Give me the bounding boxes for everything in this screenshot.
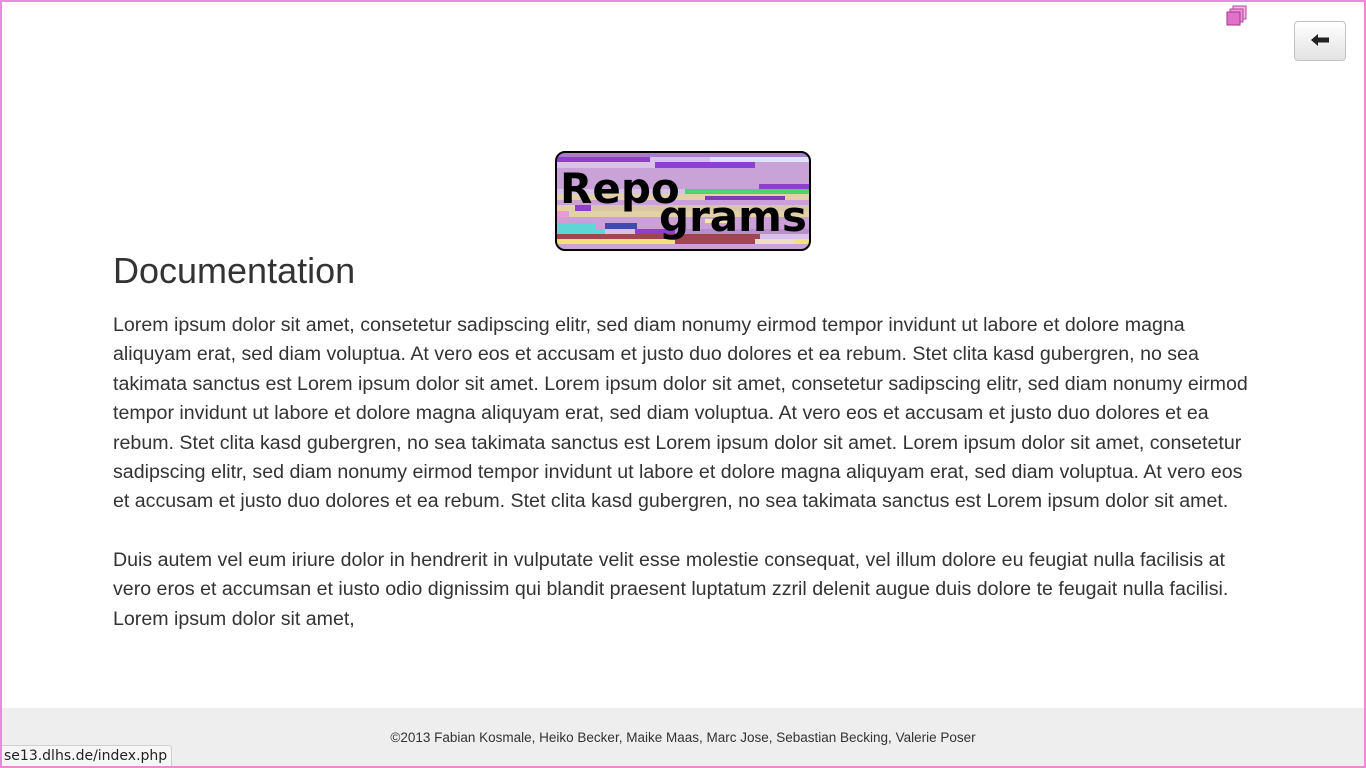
back-button[interactable] [1294,21,1346,61]
page-title: Documentation [113,250,356,291]
stacked-windows-icon[interactable] [1226,5,1248,27]
paragraph-2: Duis autem vel eum iriure dolor in hendr… [113,548,1229,630]
logo-text-grams: grams [659,192,807,241]
copyright-text: ©2013 Fabian Kosmale, Heiko Becker, Maik… [390,729,976,745]
repograms-logo[interactable]: Repo grams [555,151,811,251]
status-bar-url: se13.dlhs.de/index.php [2,745,173,766]
arrow-left-icon [1310,32,1330,51]
paragraph-1: Lorem ipsum dolor sit amet, consetetur s… [113,314,1248,513]
footer: ©2013 Fabian Kosmale, Heiko Becker, Maik… [2,708,1364,766]
documentation-content: Lorem ipsum dolor sit amet, consetetur s… [113,311,1253,663]
